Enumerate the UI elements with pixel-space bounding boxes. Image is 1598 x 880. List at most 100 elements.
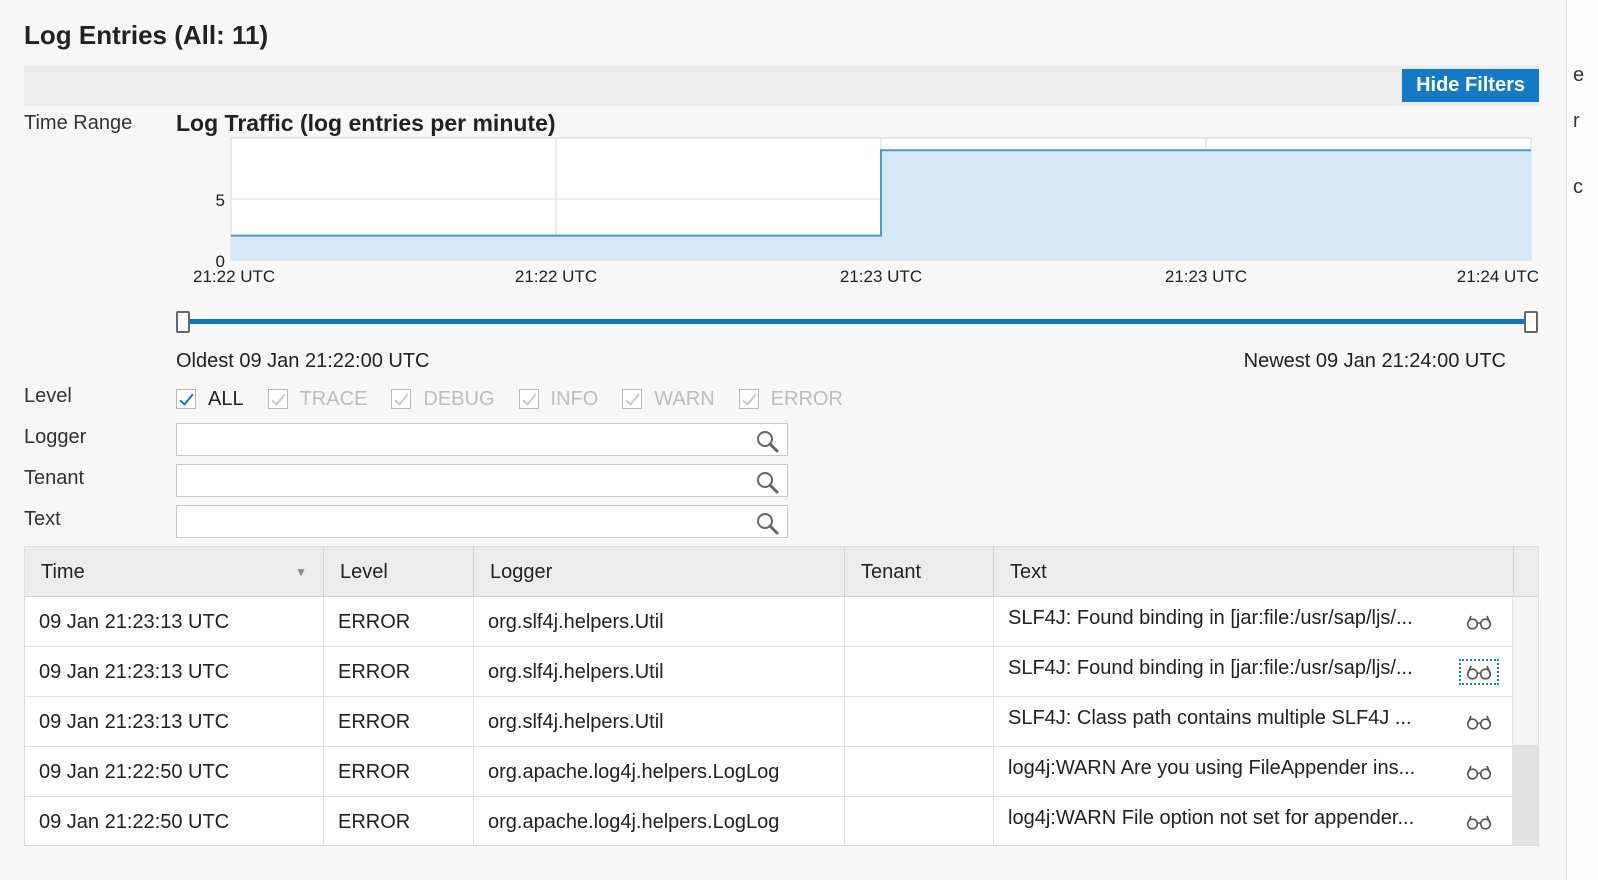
- level-option-label: TRACE: [299, 387, 368, 410]
- adjacent-panel-edge: e r c: [1566, 0, 1598, 880]
- tenant-search-input[interactable]: [177, 465, 747, 496]
- x-tick-label: 21:23 UTC: [1165, 267, 1247, 286]
- table-row[interactable]: 09 Jan 21:23:13 UTC ERROR org.slf4j.help…: [25, 697, 1513, 747]
- time-range-slider[interactable]: [176, 308, 1538, 336]
- cell-text-value: SLF4J: Found binding in [jar:file:/usr/s…: [1008, 657, 1413, 679]
- x-tick-label: 21:24 UTC: [1457, 267, 1539, 286]
- cell-text-value: SLF4J: Found binding in [jar:file:/usr/s…: [1008, 607, 1413, 629]
- glasses-icon[interactable]: [1459, 809, 1499, 835]
- scrollbar-thumb[interactable]: [1513, 745, 1538, 845]
- table-row[interactable]: 09 Jan 21:23:13 UTC ERROR org.slf4j.help…: [25, 597, 1513, 647]
- logger-search-field: [176, 423, 788, 456]
- text-search-field: [176, 505, 788, 538]
- logger-label: Logger: [24, 426, 87, 448]
- cell-time: 09 Jan 21:23:13 UTC: [25, 597, 324, 647]
- logger-search-input[interactable]: [177, 424, 747, 455]
- cell-time: 09 Jan 21:22:50 UTC: [25, 797, 324, 845]
- cell-tenant: [845, 597, 994, 647]
- level-label: Level: [24, 385, 72, 407]
- level-option-warn[interactable]: WARN: [622, 387, 715, 411]
- x-tick-label: 21:22 UTC: [193, 267, 275, 286]
- cell-tenant: [845, 647, 994, 697]
- checkbox-icon[interactable]: [176, 389, 196, 409]
- cell-text-value: log4j:WARN Are you using FileAppender in…: [1008, 757, 1416, 779]
- tenant-search-field: [176, 464, 788, 497]
- table-header: Time ▼ Level Logger Tenant Text: [25, 547, 1538, 597]
- slider-track: [182, 319, 1532, 324]
- checkbox-icon[interactable]: [622, 389, 643, 409]
- cell-text: log4j:WARN File option not set for appen…: [994, 797, 1513, 845]
- cell-tenant: [845, 797, 994, 845]
- cell-logger: org.apache.log4j.helpers.LogLog: [474, 797, 845, 845]
- y-tick-label: 5: [216, 191, 225, 210]
- checkbox-icon[interactable]: [267, 389, 288, 409]
- level-option-info[interactable]: INFO: [518, 387, 599, 411]
- sort-icon[interactable]: ▼: [295, 565, 307, 579]
- x-tick-label: 21:22 UTC: [515, 267, 597, 286]
- magnifier-icon[interactable]: [755, 470, 779, 494]
- cell-level: ERROR: [324, 597, 474, 647]
- glasses-icon[interactable]: [1459, 659, 1499, 685]
- slider-end-handle[interactable]: [1524, 311, 1538, 333]
- cell-time: 09 Jan 21:22:50 UTC: [25, 747, 324, 797]
- level-option-label: ERROR: [770, 387, 843, 410]
- glasses-icon[interactable]: [1459, 709, 1499, 735]
- filter-toolbar: Hide Filters: [24, 66, 1539, 106]
- cell-text: SLF4J: Found binding in [jar:file:/usr/s…: [994, 597, 1513, 647]
- column-header-time[interactable]: Time ▼: [25, 547, 324, 597]
- cell-text-value: log4j:WARN File option not set for appen…: [1008, 807, 1415, 829]
- column-header-logger[interactable]: Logger: [474, 547, 845, 597]
- cell-logger: org.slf4j.helpers.Util: [474, 647, 845, 697]
- level-checkbox-group: ALL TRACE DEBUG INFO WARN ERROR: [176, 386, 867, 412]
- level-option-label: WARN: [654, 387, 715, 410]
- cell-time: 09 Jan 21:23:13 UTC: [25, 647, 324, 697]
- cell-text: SLF4J: Found binding in [jar:file:/usr/s…: [994, 647, 1513, 697]
- cell-logger: org.slf4j.helpers.Util: [474, 697, 845, 747]
- checkbox-icon[interactable]: [738, 389, 759, 409]
- level-option-label: DEBUG: [423, 387, 495, 410]
- glasses-icon[interactable]: [1459, 759, 1499, 785]
- tenant-label: Tenant: [24, 467, 85, 489]
- x-tick-label: 21:23 UTC: [840, 267, 922, 286]
- cell-text-value: SLF4J: Class path contains multiple SLF4…: [1008, 707, 1412, 729]
- time-range-label: Time Range: [24, 112, 133, 134]
- cell-level: ERROR: [324, 797, 474, 845]
- cell-tenant: [845, 747, 994, 797]
- glasses-icon[interactable]: [1459, 609, 1499, 635]
- level-option-error[interactable]: ERROR: [738, 387, 843, 411]
- checkbox-icon[interactable]: [391, 389, 412, 409]
- cell-logger: org.apache.log4j.helpers.LogLog: [474, 747, 845, 797]
- table-row[interactable]: 09 Jan 21:22:50 UTC ERROR org.apache.log…: [25, 747, 1513, 797]
- level-option-trace[interactable]: TRACE: [267, 387, 368, 411]
- column-header-text[interactable]: Text: [994, 547, 1514, 597]
- checkbox-icon[interactable]: [518, 389, 539, 409]
- level-option-all[interactable]: ALL: [176, 388, 244, 411]
- text-label: Text: [24, 508, 61, 530]
- newest-timestamp: Newest 09 Jan 21:24:00 UTC: [1243, 350, 1506, 372]
- hide-filters-button[interactable]: Hide Filters: [1402, 69, 1539, 102]
- level-option-label: ALL: [208, 387, 244, 410]
- cell-tenant: [845, 697, 994, 747]
- level-option-label: INFO: [550, 387, 599, 410]
- column-header-tenant[interactable]: Tenant: [845, 547, 994, 597]
- cell-text: log4j:WARN Are you using FileAppender in…: [994, 747, 1513, 797]
- slider-start-handle[interactable]: [176, 311, 190, 333]
- column-header-level[interactable]: Level: [324, 547, 474, 597]
- text-search-input[interactable]: [177, 506, 747, 537]
- magnifier-icon[interactable]: [755, 511, 779, 535]
- cell-time: 09 Jan 21:23:13 UTC: [25, 697, 324, 747]
- cell-level: ERROR: [324, 647, 474, 697]
- level-option-debug[interactable]: DEBUG: [391, 387, 495, 411]
- log-table: Time ▼ Level Logger Tenant Text 09 Jan 2…: [24, 546, 1539, 846]
- page-title: Log Entries (All: 11): [24, 20, 269, 50]
- log-viewer-page: Log Entries (All: 11) Hide Filters Time …: [0, 0, 1566, 880]
- log-traffic-chart: 0521:22 UTC 21:22 UTC 21:23 UTC 21:23 UTC 21…: [193, 137, 1539, 286]
- cell-level: ERROR: [324, 697, 474, 747]
- cell-logger: org.slf4j.helpers.Util: [474, 597, 845, 647]
- table-scrollbar[interactable]: [1512, 597, 1538, 845]
- magnifier-icon[interactable]: [755, 429, 779, 453]
- cell-level: ERROR: [324, 747, 474, 797]
- table-row[interactable]: 09 Jan 21:22:50 UTC ERROR org.apache.log…: [25, 797, 1513, 845]
- cell-text: SLF4J: Class path contains multiple SLF4…: [994, 697, 1513, 747]
- table-row[interactable]: 09 Jan 21:23:13 UTC ERROR org.slf4j.help…: [25, 647, 1513, 697]
